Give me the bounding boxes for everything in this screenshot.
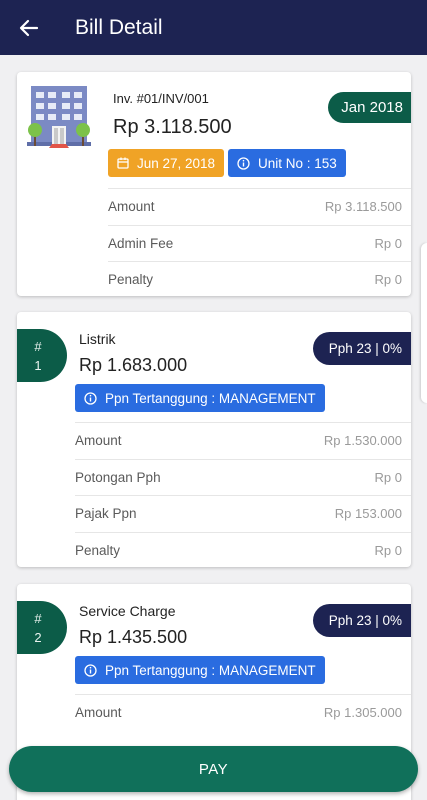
- row-value: Rp 0: [374, 542, 402, 558]
- invoice-breakdown: Amount Rp 3.118.500 Admin Fee Rp 0 Penal…: [108, 188, 411, 298]
- row-potongan-pph: Potongan Pph Rp 0: [75, 458, 411, 496]
- row-value: Rp 0: [374, 469, 402, 485]
- row-label: Amount: [108, 199, 155, 215]
- arrow-left-icon: [19, 19, 39, 36]
- side-drawer-handle[interactable]: [421, 243, 427, 403]
- date-text: Jun 27, 2018: [137, 155, 216, 171]
- row-value: Rp 0: [374, 235, 402, 251]
- ppn-chip: Ppn Tertanggung : MANAGEMENT: [75, 384, 325, 412]
- invoice-number: Inv. #01/INV/001: [113, 91, 209, 106]
- row-admin-fee: Admin Fee Rp 0: [108, 224, 411, 262]
- row-penalty: Penalty Rp 0: [75, 531, 411, 569]
- row-value: Rp 1.530.000: [323, 433, 402, 449]
- invoice-card: Inv. #01/INV/001 Rp 3.118.500 Jan 2018 J…: [17, 72, 411, 296]
- item-amount: Rp 1.435.500: [79, 627, 188, 647]
- row-label: Admin Fee: [108, 235, 174, 251]
- unit-text: Unit No : 153: [258, 155, 337, 171]
- app-bar: Bill Detail: [0, 0, 427, 55]
- item-name: Listrik: [79, 331, 116, 347]
- pay-button[interactable]: PAY: [9, 746, 418, 792]
- row-label: Amount: [75, 705, 122, 721]
- row-value: Rp 153.000: [334, 506, 402, 522]
- row-value: Rp 3.118.500: [324, 199, 402, 215]
- bill-item-card: # 1 Listrik Rp 1.683.000 Pph 23 | 0% Ppn…: [17, 312, 411, 567]
- calendar-icon: [117, 157, 129, 169]
- item-number-badge: # 2: [17, 601, 67, 654]
- back-button[interactable]: [0, 0, 58, 55]
- item-name: Service Charge: [79, 603, 176, 619]
- ppn-chip: Ppn Tertanggung : MANAGEMENT: [75, 656, 325, 684]
- item-amount: Rp 1.683.000: [79, 355, 188, 375]
- pph-badge: Pph 23 | 0%: [312, 332, 411, 365]
- item-index: 1: [34, 357, 42, 373]
- ppn-text: Ppn Tertanggung : MANAGEMENT: [105, 390, 316, 406]
- pph-badge: Pph 23 | 0%: [312, 604, 411, 637]
- page-title: Bill Detail: [75, 15, 163, 39]
- info-icon: [237, 156, 250, 170]
- hash-symbol: #: [34, 338, 42, 354]
- row-value: Rp 1.305.000: [323, 705, 402, 721]
- ppn-text: Ppn Tertanggung : MANAGEMENT: [105, 662, 316, 678]
- info-icon: [84, 391, 97, 405]
- hash-symbol: #: [34, 610, 42, 626]
- item-breakdown: Amount Rp 1.305.000: [75, 694, 411, 731]
- row-label: Amount: [75, 433, 122, 449]
- row-label: Potongan Pph: [75, 469, 161, 485]
- row-label: Penalty: [75, 542, 121, 558]
- info-icon: [84, 663, 97, 677]
- row-amount: Amount Rp 1.305.000: [75, 694, 411, 731]
- row-pajak-ppn: Pajak Ppn Rp 153.000: [75, 495, 411, 532]
- item-number-badge: # 1: [17, 329, 67, 382]
- period-badge: Jan 2018: [328, 92, 411, 123]
- unit-chip: Unit No : 153: [228, 149, 346, 177]
- building-icon: [27, 86, 91, 148]
- row-label: Penalty: [108, 272, 154, 288]
- row-amount: Amount Rp 1.530.000: [75, 422, 411, 459]
- row-amount: Amount Rp 3.118.500: [108, 188, 411, 225]
- bill-content[interactable]: Inv. #01/INV/001 Rp 3.118.500 Jan 2018 J…: [0, 55, 427, 800]
- row-value: Rp 0: [374, 272, 402, 288]
- item-index: 2: [34, 629, 42, 645]
- invoice-amount: Rp 3.118.500: [113, 116, 232, 138]
- row-penalty: Penalty Rp 0: [108, 261, 411, 298]
- row-label: Pajak Ppn: [75, 506, 137, 522]
- date-chip: Jun 27, 2018: [108, 149, 225, 177]
- item-breakdown: Amount Rp 1.530.000 Potongan Pph Rp 0 Pa…: [75, 422, 411, 568]
